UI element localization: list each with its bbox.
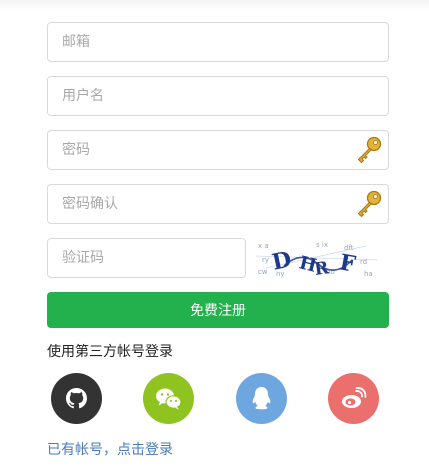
svg-text:s ix: s ix [316,241,328,249]
password-field-box [47,130,389,170]
github-icon [66,388,87,409]
password-input[interactable] [48,131,388,169]
captcha-field-box [47,238,246,278]
password-confirm-field-box [47,184,389,224]
top-edge [0,0,429,10]
wechat-login-button[interactable] [143,373,194,424]
email-input[interactable] [48,23,388,61]
github-login-button[interactable] [51,373,102,424]
password-confirm-input[interactable] [48,185,388,223]
username-input[interactable] [48,77,388,115]
key-icon[interactable] [354,189,384,219]
wechat-icon [156,388,182,410]
svg-text:ry: ry [262,256,269,264]
captcha-image[interactable]: x a ry cw s ix dft rd ha ny bo D H R F [256,238,378,278]
weibo-icon [342,387,367,408]
login-link[interactable]: 已有帐号，点击登录 [47,439,173,459]
username-field-box [47,76,389,116]
qq-icon [252,387,271,410]
weibo-login-button[interactable] [328,373,379,424]
svg-text:cw: cw [258,268,268,276]
svg-text:ha: ha [364,270,373,278]
captcha-input[interactable] [48,239,245,277]
third-party-login-title: 使用第三方帐号登录 [47,344,173,360]
svg-text:x a: x a [258,242,269,250]
email-field-box [47,22,389,62]
qq-login-button[interactable] [236,373,287,424]
register-button[interactable]: 免费注册 [47,292,389,328]
key-icon[interactable] [354,135,384,165]
register-page: x a ry cw s ix dft rd ha ny bo D H R F 免… [0,0,429,472]
